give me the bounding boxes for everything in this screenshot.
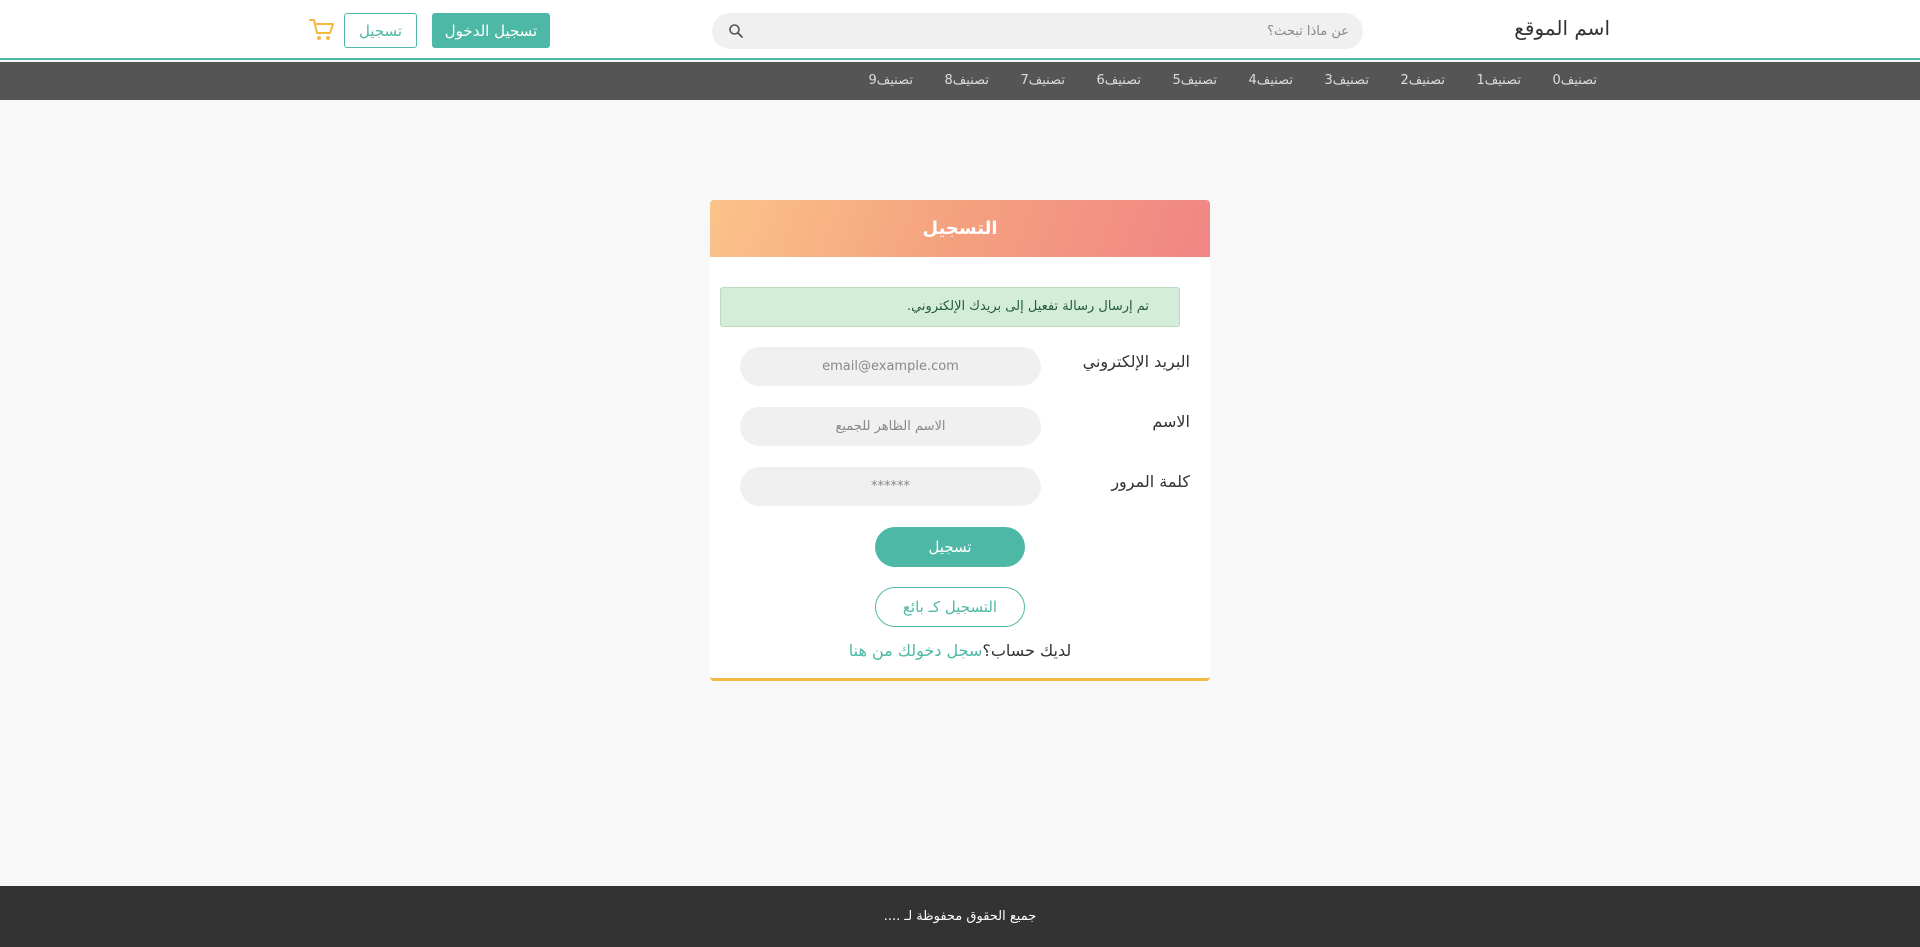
search-bar xyxy=(712,13,1363,49)
category-item-0[interactable]: تصنيف0 xyxy=(1521,62,1597,100)
category-item-8[interactable]: تصنيف8 xyxy=(913,62,989,100)
footer-text: جميع الحقوق محفوظة لـ .... xyxy=(883,909,1037,924)
login-button[interactable]: تسجيل الدخول xyxy=(432,13,550,48)
category-item-5[interactable]: تصنيف5 xyxy=(1141,62,1217,100)
category-list: تصنيف0 تصنيف1 تصنيف2 تصنيف3 تصنيف4 تصنيف… xyxy=(837,62,1597,100)
category-item-6[interactable]: تصنيف6 xyxy=(1065,62,1141,100)
category-nav: تصنيف0 تصنيف1 تصنيف2 تصنيف3 تصنيف4 تصنيف… xyxy=(0,62,1920,100)
category-item-2[interactable]: تصنيف2 xyxy=(1369,62,1445,100)
cart-icon[interactable] xyxy=(309,18,335,42)
name-label: الاسم xyxy=(1152,412,1190,431)
category-item-9[interactable]: تصنيف9 xyxy=(837,62,913,100)
search-input[interactable] xyxy=(759,13,1349,49)
have-account-row: لديك حساب؟سجل دخولك من هنا xyxy=(710,641,1210,660)
category-item-4[interactable]: تصنيف4 xyxy=(1217,62,1293,100)
password-label: كلمة المرور xyxy=(1111,472,1190,491)
success-alert: تم إرسال رسالة تفعيل إلى بريدك الإلكترون… xyxy=(720,287,1180,327)
email-field[interactable] xyxy=(740,347,1041,386)
name-field[interactable] xyxy=(740,407,1041,446)
search-icon[interactable] xyxy=(728,23,744,39)
site-title[interactable]: اسم الموقع xyxy=(1514,16,1610,40)
submit-button[interactable]: تسجيل xyxy=(875,527,1025,567)
password-field[interactable] xyxy=(740,467,1041,506)
login-link[interactable]: سجل دخولك من هنا xyxy=(849,641,983,660)
card-title: التسجيل xyxy=(710,200,1210,257)
category-item-7[interactable]: تصنيف7 xyxy=(989,62,1065,100)
header: اسم الموقع تسجيل الدخول تسجيل xyxy=(0,0,1920,60)
register-card: التسجيل تم إرسال رسالة تفعيل إلى بريدك ا… xyxy=(710,200,1210,681)
register-button[interactable]: تسجيل xyxy=(344,13,417,48)
category-item-1[interactable]: تصنيف1 xyxy=(1445,62,1521,100)
have-account-text: لديك حساب؟ xyxy=(982,641,1072,660)
email-label: البريد الإلكتروني xyxy=(1082,352,1190,371)
register-seller-button[interactable]: التسجيل كـ بائع xyxy=(875,587,1025,627)
category-item-3[interactable]: تصنيف3 xyxy=(1293,62,1369,100)
footer: جميع الحقوق محفوظة لـ .... xyxy=(0,886,1920,947)
